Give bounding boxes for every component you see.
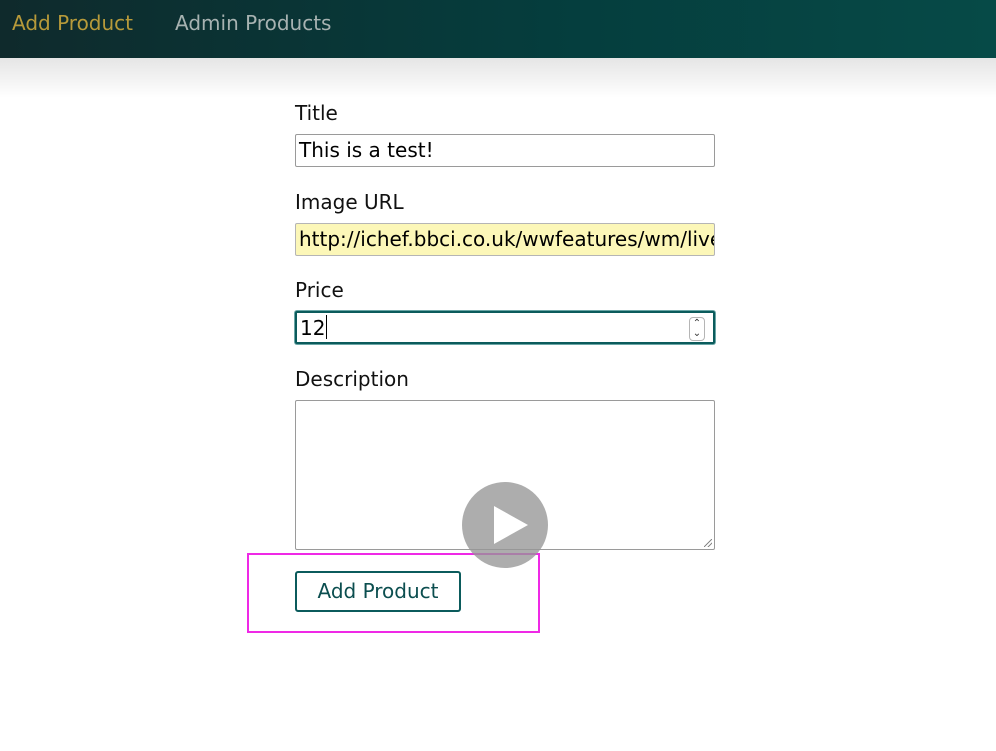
image-url-field: Image URL http://ichef.bbci.co.uk/wwfeat… <box>295 189 715 256</box>
description-field: Description <box>295 366 715 550</box>
spinner-down-icon[interactable]: ⌄ <box>690 329 704 339</box>
play-button[interactable] <box>462 482 548 568</box>
nav-add-product-link[interactable]: Add Product <box>12 10 133 36</box>
title-field: Title This is a test! <box>295 100 715 167</box>
top-navbar: Add Product Admin Products <box>0 0 996 58</box>
description-label: Description <box>295 367 409 391</box>
navbar-shadow <box>0 58 996 98</box>
add-product-button[interactable]: Add Product <box>295 571 461 612</box>
price-input[interactable]: 12 ⌃ ⌄ <box>295 311 715 344</box>
title-label: Title <box>295 101 338 125</box>
resize-handle-icon[interactable] <box>704 539 712 547</box>
title-input[interactable]: This is a test! <box>295 134 715 167</box>
number-spinner[interactable]: ⌃ ⌄ <box>689 317 705 341</box>
price-label: Price <box>295 278 344 302</box>
image-url-input[interactable]: http://ichef.bbci.co.uk/wwfeatures/wm/li… <box>295 223 715 256</box>
nav-admin-products-link[interactable]: Admin Products <box>175 10 331 36</box>
price-field: Price 12 ⌃ ⌄ <box>295 277 715 344</box>
price-input-value: 12 <box>300 316 326 340</box>
image-url-input-value: http://ichef.bbci.co.uk/wwfeatures/wm/li… <box>299 227 715 251</box>
text-caret <box>326 315 328 339</box>
play-icon <box>494 506 528 544</box>
title-input-value: This is a test! <box>299 138 434 162</box>
image-url-label: Image URL <box>295 190 404 214</box>
